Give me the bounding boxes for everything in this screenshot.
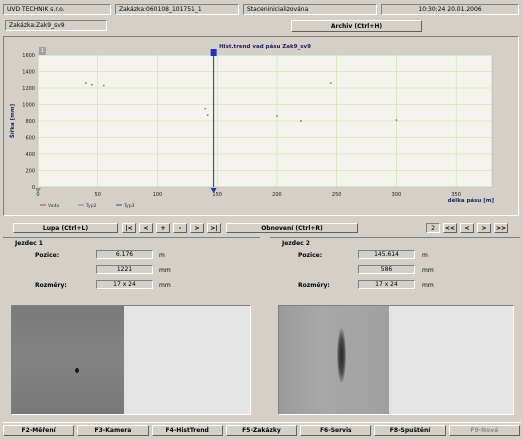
rider2-camera-frame xyxy=(279,306,389,414)
rider1-position-value: 6.176 xyxy=(96,250,153,259)
y-tick-label: 1400 xyxy=(22,70,35,76)
rider2-size-value: 17 x 24 xyxy=(358,280,415,289)
rider2-position-label: Pozice: xyxy=(298,252,323,259)
rider1-position-unit: m xyxy=(159,252,165,259)
rider1-mm-unit: mm xyxy=(159,267,171,274)
page-first-button[interactable]: << xyxy=(443,223,457,233)
f5-orders-button[interactable]: F5-Zakázky xyxy=(225,425,298,436)
y-tick-label: 0 xyxy=(32,185,35,191)
y-tick-label: 1600 xyxy=(22,53,35,59)
x-tick-label: 100 xyxy=(153,192,163,198)
data-point xyxy=(90,83,93,86)
nav-next-button[interactable]: > xyxy=(190,223,204,233)
nav-buttons: |< < + - > >| xyxy=(122,223,221,233)
f9-new-button[interactable]: F9-Nová xyxy=(448,425,520,436)
datetime-field: 10:30:24 20.01.2006 xyxy=(381,4,519,15)
zoom-in-button[interactable]: + xyxy=(156,223,170,233)
x-tick-label: 250 xyxy=(332,192,342,198)
y-tick-label: 400 xyxy=(25,152,35,158)
chart-marker-badge: 1 xyxy=(39,47,46,55)
data-point xyxy=(276,115,278,117)
chart-panel: 0 200 400 600 800 1000 1200 1400 1600 0 50 100 150 20… xyxy=(3,36,519,216)
rider1-title: Jezdec 1 xyxy=(15,240,43,247)
cursor-handle-top xyxy=(210,49,217,56)
rider1-defect-spot xyxy=(75,368,79,373)
x-axis-label: délka pásu [m] xyxy=(448,197,495,204)
rider1-panel: Jezdec 1 Pozice: 6.176 m 1221 mm Rozměry… xyxy=(3,237,260,415)
nav-last-button[interactable]: >| xyxy=(207,223,221,233)
x-tick-label: 150 xyxy=(212,192,222,198)
data-point xyxy=(204,107,207,110)
rider2-size-label: Rozměry: xyxy=(298,282,330,289)
y-tick-label: 800 xyxy=(25,119,35,125)
fkey-bar: F2-Měření F3-Kamera F4-HistTrend F5-Zaká… xyxy=(2,422,521,438)
rider2-defect-streak xyxy=(337,328,346,383)
rider2-position-value: 145.614 xyxy=(358,250,415,259)
rider2-mm-unit: mm xyxy=(422,267,434,274)
archive-button[interactable]: Archiv (Ctrl+H) xyxy=(291,20,422,32)
nav-first-button[interactable]: |< xyxy=(122,223,136,233)
f6-service-button[interactable]: F6-Servis xyxy=(300,425,372,436)
f4-histtrend-button[interactable]: F4-HistTrend xyxy=(151,425,223,436)
page-next-button[interactable]: > xyxy=(477,223,491,233)
y-tick-label: 1200 xyxy=(22,86,35,92)
data-point xyxy=(102,84,105,87)
chart-title: Hist.trend vad pásu Zak9_sv9 xyxy=(219,43,311,50)
rider1-position-label: Pozice: xyxy=(35,252,60,259)
nav-prev-button[interactable]: < xyxy=(139,223,153,233)
zoom-button[interactable]: Lupa (Ctrl+L) xyxy=(13,223,118,233)
rider1-position-mm: 1221 xyxy=(96,265,153,274)
status-field: Staceninicializována xyxy=(243,4,377,15)
rider1-camera-image[interactable] xyxy=(11,305,251,415)
trend-chart[interactable]: 020040060080010001200140016000 50 100 150 20… xyxy=(4,37,518,215)
zoom-out-button[interactable]: - xyxy=(173,223,187,233)
rider1-size-value: 17 x 24 xyxy=(96,280,153,289)
rider1-camera-frame xyxy=(12,306,124,414)
legend-label: Vada xyxy=(48,203,59,209)
refresh-button[interactable]: Obnovení (Ctrl+R) xyxy=(226,223,358,233)
data-point xyxy=(84,82,87,84)
f2-measure-button[interactable]: F2-Měření xyxy=(3,425,75,436)
data-point xyxy=(329,82,332,84)
x-tick-label: 50 xyxy=(95,192,101,198)
rider2-title: Jezdec 2 xyxy=(282,240,310,247)
legend-label: Typ2 xyxy=(85,203,97,209)
data-point xyxy=(300,120,302,122)
rider1-size-label: Rozměry: xyxy=(35,282,67,289)
f3-camera-button[interactable]: F3-Kamera xyxy=(77,425,149,436)
y-tick-label: 600 xyxy=(25,136,35,142)
y-tick-label: 1000 xyxy=(22,103,35,109)
page-field[interactable]: 2 xyxy=(426,223,440,233)
current-order-field: Zakázka:Zak9_sv9 xyxy=(5,20,107,31)
data-point xyxy=(206,114,209,117)
f8-start-button[interactable]: F8-Spuštění xyxy=(374,425,446,436)
data-point xyxy=(395,119,398,121)
rider2-size-unit: mm xyxy=(422,282,434,289)
legend-label: Typ3 xyxy=(123,203,135,209)
rider2-position-mm: 586 xyxy=(358,265,415,274)
x-tick-label: 300 xyxy=(392,192,402,198)
x-tick-label: 200 xyxy=(272,192,282,198)
page-last-button[interactable]: >> xyxy=(494,223,508,233)
rider2-camera-image[interactable] xyxy=(278,305,514,415)
rider1-size-unit: mm xyxy=(159,282,171,289)
y-axis-label: Šířka [mm] xyxy=(9,103,16,138)
rider2-position-unit: m xyxy=(422,252,428,259)
company-field: UVD TECHNIK s.r.o. xyxy=(3,4,111,15)
y-tick-label: 200 xyxy=(25,169,35,175)
rider2-panel: Jezdec 2 Pozice: 145.614 m 586 mm Rozměr… xyxy=(270,237,520,415)
nav2-buttons: << < > >> xyxy=(443,223,508,233)
order-field: Zakázka:060108_101751_1 xyxy=(115,4,239,15)
page-prev-button[interactable]: < xyxy=(460,223,474,233)
